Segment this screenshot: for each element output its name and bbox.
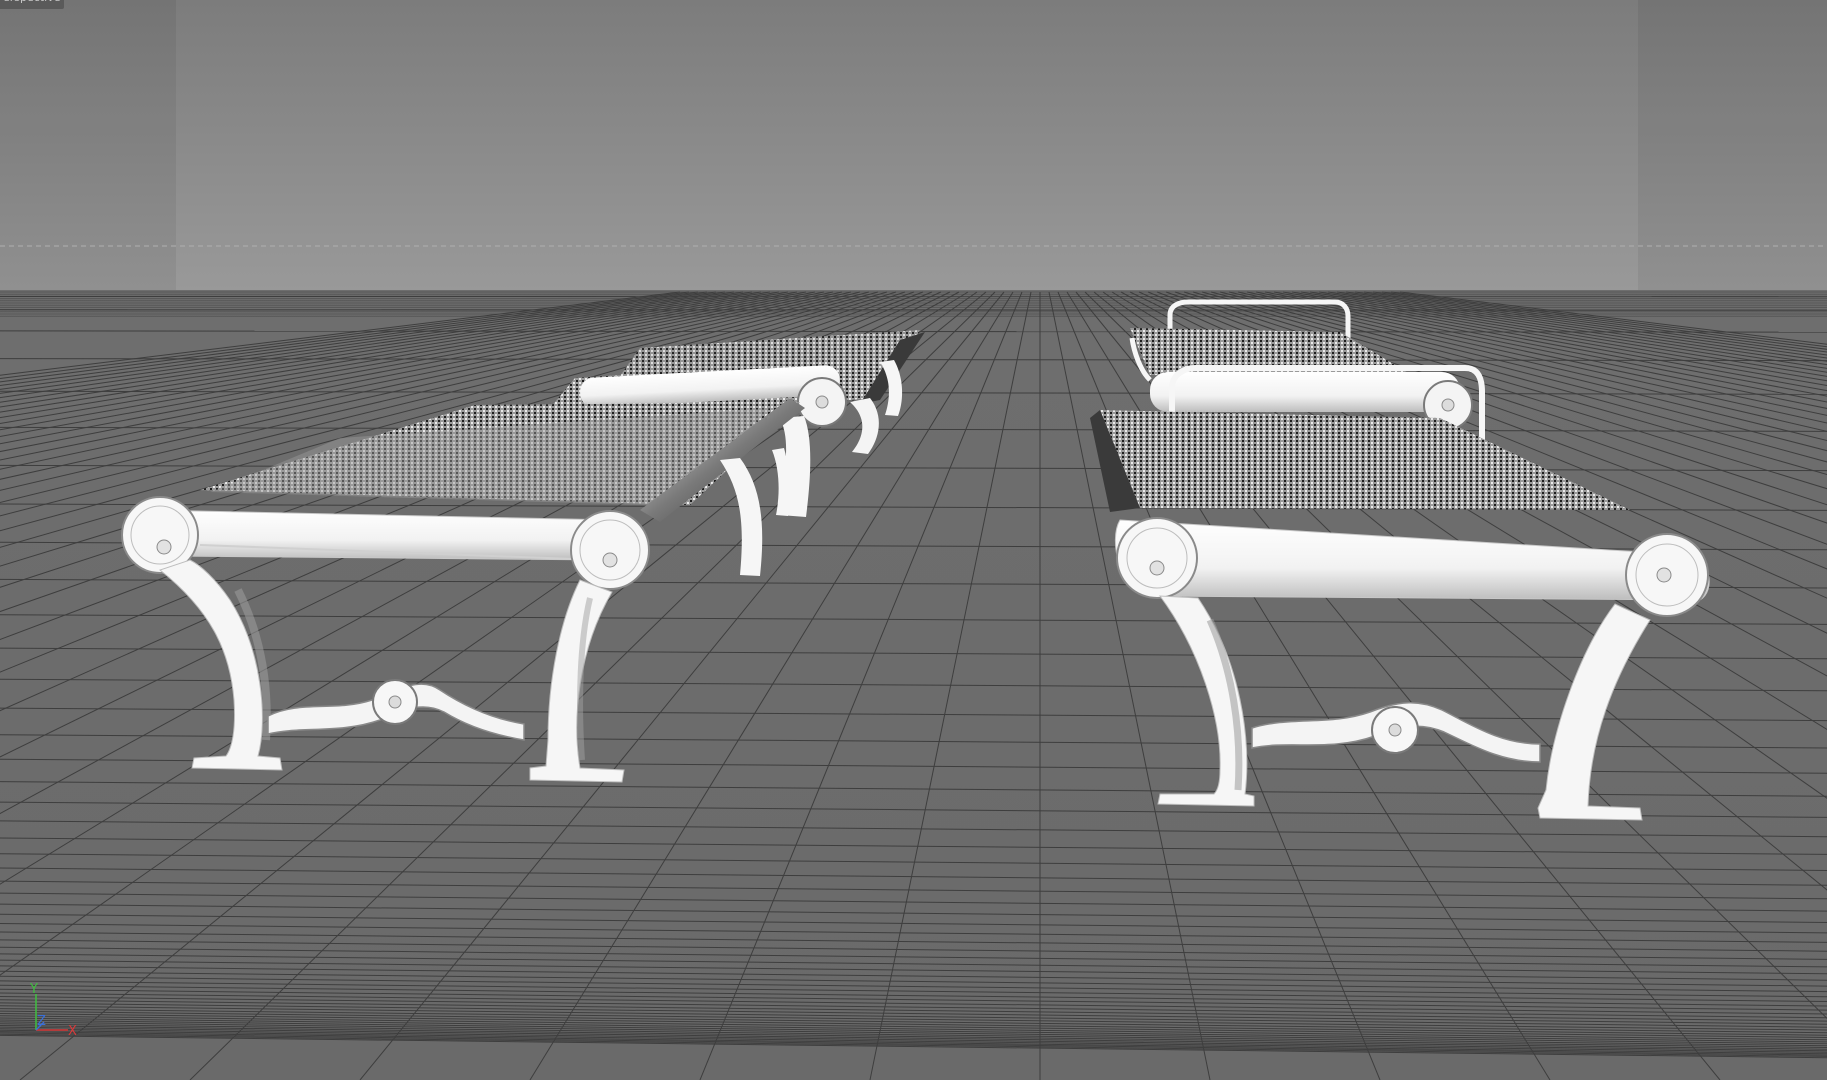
viewport-background (0, 0, 1827, 300)
viewport-name-label[interactable]: erspective (0, 0, 65, 9)
3d-viewport-perspective[interactable]: erspective Y Z X (0, 0, 1827, 1080)
z-axis-label: Z (37, 1014, 46, 1029)
viewport-scene[interactable] (0, 0, 1827, 1080)
axis-orientation-gizmo: Y Z X (29, 982, 77, 1039)
y-axis-label: Y (29, 982, 38, 997)
viewport-name-text: erspective (3, 0, 60, 4)
x-axis-label: X (68, 1024, 77, 1039)
